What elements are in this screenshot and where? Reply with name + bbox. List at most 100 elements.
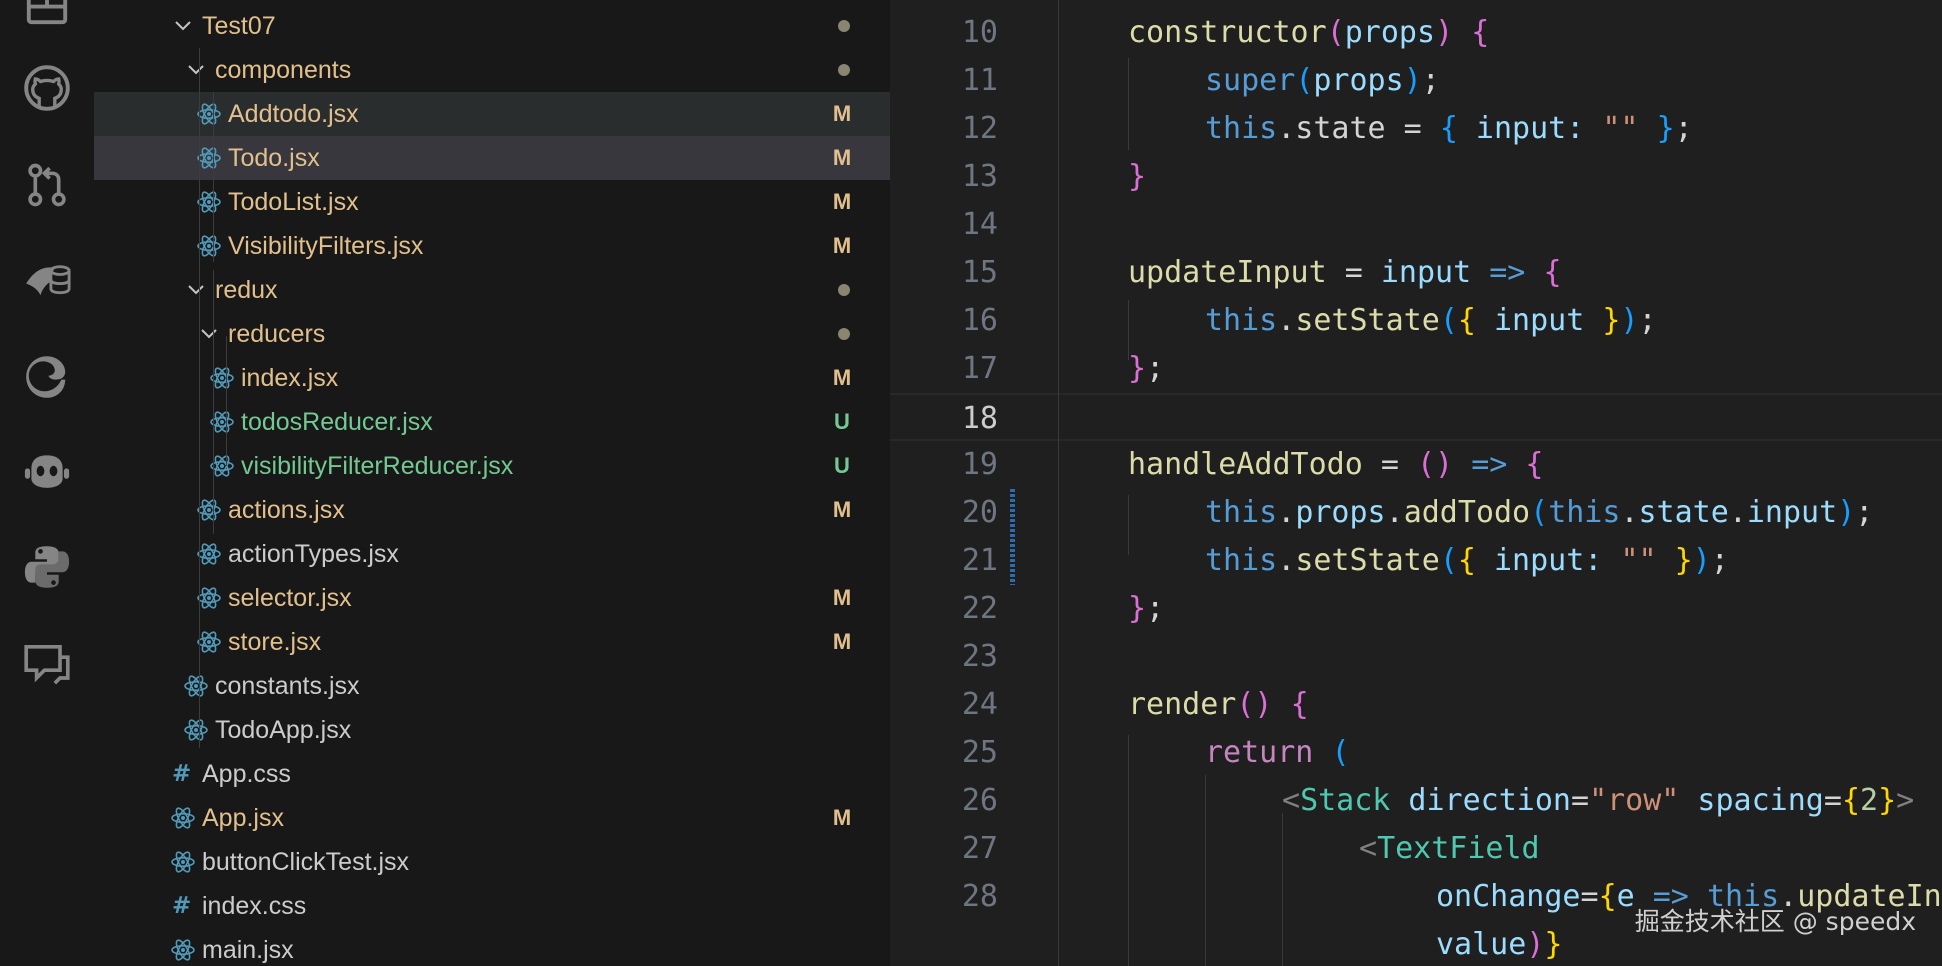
code-token: this	[1205, 543, 1278, 578]
code-token: ""	[1602, 111, 1639, 146]
chevron-down-icon[interactable]	[185, 59, 207, 81]
git-status-badge: M	[832, 805, 852, 830]
code-text: this.props.addTodo(this.state.input);	[1205, 489, 1873, 537]
code-token: ;	[1421, 63, 1440, 98]
code-line[interactable]: 15 updateInput = input => {	[890, 249, 1942, 297]
indent-guide	[1128, 300, 1129, 360]
chevron-down-icon[interactable]	[185, 279, 207, 301]
code-token: .	[1277, 543, 1296, 578]
code-token: {	[1439, 111, 1458, 146]
git-status-badge: M	[832, 101, 852, 126]
file-row[interactable]: actionTypes.jsx	[94, 532, 890, 576]
code-token: .	[1728, 495, 1747, 530]
code-token: {	[1543, 255, 1562, 290]
tree-item-label: main.jsx	[202, 935, 294, 964]
folder-row[interactable]: components	[94, 48, 890, 92]
chevron-down-icon[interactable]	[172, 15, 194, 37]
tree-item-label: Addtodo.jsx	[228, 99, 359, 128]
code-token: {	[1471, 15, 1490, 50]
code-line[interactable]: 12 this.state = { input: "" };	[890, 105, 1942, 153]
react-icon	[170, 849, 196, 875]
source-control-icon[interactable]	[19, 157, 75, 213]
code-token: this	[1205, 111, 1278, 146]
code-token: ;	[1674, 111, 1693, 146]
line-number: 25	[961, 735, 998, 770]
edge-icon[interactable]	[19, 349, 75, 405]
code-token: return	[1205, 735, 1314, 770]
tree-item-label: store.jsx	[228, 627, 322, 656]
indent-guide	[1282, 813, 1283, 966]
code-text: updateInput = input => {	[1128, 249, 1562, 297]
git-status-badge: U	[834, 409, 850, 434]
code-line[interactable]: 23	[890, 633, 1942, 681]
code-line[interactable]: 11 super(props);	[890, 57, 1942, 105]
code-token: .	[1277, 303, 1296, 338]
modified-dot	[838, 284, 850, 296]
code-line[interactable]: 14	[890, 201, 1942, 249]
tree-item-label: index.css	[202, 891, 307, 920]
code-token: }	[1128, 159, 1147, 194]
line-number: 24	[961, 687, 998, 722]
code-line[interactable]: 25 return (	[890, 729, 1942, 777]
file-row[interactable]: # App.css	[94, 752, 890, 796]
code-line[interactable]: 21 this.setState({ input: "" });	[890, 537, 1942, 585]
code-token: }	[1674, 543, 1693, 578]
line-number: 26	[961, 783, 998, 818]
code-line[interactable]: 16 this.setState({ input });	[890, 297, 1942, 345]
indent-guide	[1128, 495, 1129, 555]
git-status-badge: M	[832, 497, 852, 522]
code-line[interactable]: 26 <Stack direction="row" spacing={2}>	[890, 777, 1942, 825]
code-line[interactable]: 24 render() {	[890, 681, 1942, 729]
file-row[interactable]: main.jsx	[94, 928, 890, 966]
code-line[interactable]: 19 handleAddTodo = () => {	[890, 441, 1942, 489]
indent-guide	[1205, 775, 1206, 966]
code-line[interactable]: 22};	[890, 585, 1942, 633]
comments-icon[interactable]	[19, 637, 75, 693]
code-token: (	[1326, 15, 1345, 50]
code-token: input	[1746, 495, 1838, 530]
code-line[interactable]: 17};	[890, 345, 1942, 393]
chevron-down-icon[interactable]	[198, 323, 220, 345]
tree-item-label: components	[215, 55, 352, 84]
code-token: ;	[1146, 591, 1165, 626]
folder-row[interactable]: Test07	[94, 4, 890, 48]
git-status-badge: M	[832, 629, 852, 654]
file-row[interactable]: App.jsx M	[94, 796, 890, 840]
tree-item-label: todosReducer.jsx	[241, 407, 433, 436]
code-token: ;	[1710, 543, 1729, 578]
file-row[interactable]: buttonClickTest.jsx	[94, 840, 890, 884]
code-line[interactable]: 10 constructor(props) {	[890, 9, 1942, 57]
code-token: ;	[1146, 351, 1165, 386]
file-row[interactable]: # index.css	[94, 884, 890, 928]
git-status-badge: M	[832, 145, 852, 170]
code-token: {	[1525, 447, 1544, 482]
code-token: }	[1128, 591, 1147, 626]
code-line[interactable]: 27 <TextField	[890, 825, 1942, 873]
code-line[interactable]: 18	[890, 393, 1942, 441]
code-token: spacing	[1679, 783, 1824, 818]
database-icon[interactable]	[19, 253, 75, 309]
code-line[interactable]: 13}	[890, 153, 1942, 201]
code-token: }	[1544, 927, 1563, 962]
files-icon[interactable]	[19, 0, 75, 32]
code-token: (	[1439, 543, 1458, 578]
copilot-icon[interactable]	[19, 443, 75, 499]
file-row[interactable]: store.jsx M	[94, 620, 890, 664]
line-number: 21	[961, 543, 998, 578]
github-icon[interactable]	[19, 60, 75, 116]
code-token: ;	[1855, 495, 1874, 530]
code-text: return (	[1205, 729, 1350, 777]
tree-item-label: actionTypes.jsx	[228, 539, 399, 568]
tree-item-label: VisibilityFilters.jsx	[228, 231, 424, 260]
file-row[interactable]: TodoApp.jsx	[94, 708, 890, 752]
code-token: super	[1205, 63, 1296, 98]
file-row[interactable]: constants.jsx	[94, 664, 890, 708]
code-text: };	[1128, 345, 1164, 393]
code-editor[interactable]: 10 constructor(props) {11 super(props); 12 t…	[890, 0, 1942, 966]
python-icon[interactable]	[19, 539, 75, 595]
code-text: this.state = { input: "" };	[1205, 105, 1693, 153]
code-token: {	[1457, 543, 1476, 578]
file-row[interactable]: selector.jsx M	[94, 576, 890, 620]
code-line[interactable]: 20 this.props.addTodo(this.state.input);	[890, 489, 1942, 537]
